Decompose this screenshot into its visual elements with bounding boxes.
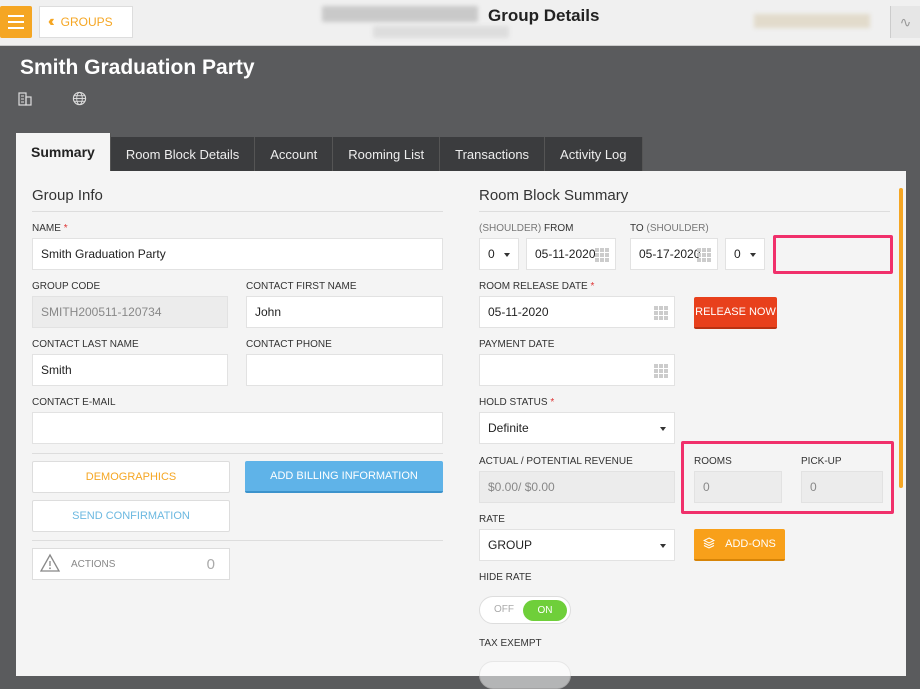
payment-date-input[interactable] <box>479 354 675 386</box>
payment-date-label: PAYMENT DATE <box>479 339 555 350</box>
group-name-heading: Smith Graduation Party <box>20 56 255 79</box>
revenue-label: ACTUAL / POTENTIAL REVENUE <box>479 456 633 467</box>
chevron-down-icon <box>660 427 666 431</box>
to-label: TO (SHOULDER) <box>630 223 709 234</box>
pulse-icon: ∿ <box>899 13 912 30</box>
menu-icon <box>8 15 24 17</box>
blurred-user-info <box>754 14 870 28</box>
rooms-label: ROOMS <box>694 456 732 467</box>
tab-room-block-details[interactable]: Room Block Details <box>110 137 256 171</box>
from-label: (SHOULDER) FROM <box>479 223 574 234</box>
actions-count: 0 <box>206 555 215 573</box>
room-block-summary-title: Room Block Summary <box>479 187 629 204</box>
page-title: Group Details <box>488 6 600 25</box>
contact-last-name-label: CONTACT LAST NAME <box>32 339 139 350</box>
revenue-value: $0.00/ $0.00 <box>479 471 675 503</box>
double-chevron-left-icon: ‹‹ <box>48 13 54 30</box>
group-name-input[interactable]: Smith Graduation Party <box>32 238 443 270</box>
demographics-button[interactable]: DEMOGRAPHICS <box>32 461 230 493</box>
chevron-down-icon <box>504 253 510 257</box>
highlight-box <box>773 235 893 274</box>
tax-exempt-toggle[interactable] <box>479 661 571 689</box>
scrollbar[interactable] <box>899 188 903 488</box>
tab-summary[interactable]: Summary <box>16 133 111 171</box>
tab-activity-log[interactable]: Activity Log <box>545 137 643 171</box>
hide-rate-toggle[interactable]: OFF ON <box>479 596 571 624</box>
warning-icon <box>39 553 61 576</box>
divider <box>32 211 443 212</box>
layers-icon <box>703 536 716 552</box>
hide-rate-label: HIDE RATE <box>479 572 532 583</box>
rooms-value: 0 <box>694 471 782 503</box>
room-release-date-label: ROOM RELEASE DATE * <box>479 281 595 292</box>
contact-last-name-input[interactable]: Smith <box>32 354 228 386</box>
chevron-down-icon <box>750 253 756 257</box>
activity-button[interactable]: ∿ <box>890 6 920 38</box>
pickup-value: 0 <box>801 471 883 503</box>
pickup-label: PICK-UP <box>801 456 842 467</box>
calendar-icon <box>697 248 711 262</box>
send-confirmation-button[interactable]: SEND CONFIRMATION <box>32 500 230 532</box>
shoulder-before-select[interactable]: 0 <box>479 238 519 270</box>
top-bar: ‹‹ GROUPS Group Details ∿ <box>0 0 920 46</box>
to-date-input[interactable]: 05-17-2020 <box>630 238 718 270</box>
calendar-icon <box>595 248 609 262</box>
hold-status-select[interactable]: Definite <box>479 412 675 444</box>
rate-select[interactable]: GROUP <box>479 529 675 561</box>
blurred-subtitle <box>373 26 509 38</box>
shoulder-after-select[interactable]: 0 <box>725 238 765 270</box>
chevron-down-icon <box>660 544 666 548</box>
group-info-title: Group Info <box>32 187 103 204</box>
divider <box>479 211 890 212</box>
tab-transactions[interactable]: Transactions <box>440 137 546 171</box>
contact-email-label: CONTACT E-MAIL <box>32 397 116 408</box>
release-now-button[interactable]: RELEASE NOW <box>694 297 777 329</box>
calendar-icon <box>654 306 668 320</box>
divider <box>32 453 443 454</box>
groups-label: GROUPS <box>60 15 113 29</box>
hamburger-menu-button[interactable] <box>0 6 32 38</box>
tab-rooming-list[interactable]: Rooming List <box>333 137 441 171</box>
name-label: NAME * <box>32 223 68 234</box>
contact-phone-label: CONTACT PHONE <box>246 339 332 350</box>
contact-first-name-input[interactable]: John <box>246 296 443 328</box>
hold-status-label: HOLD STATUS * <box>479 397 555 408</box>
contact-first-name-label: CONTACT FIRST NAME <box>246 281 357 292</box>
actions-button[interactable]: ACTIONS 0 <box>32 548 230 580</box>
divider <box>32 540 443 541</box>
tab-bar: Summary Room Block Details Account Roomi… <box>16 133 643 171</box>
contact-email-input[interactable] <box>32 412 443 444</box>
tab-account[interactable]: Account <box>255 137 334 171</box>
room-release-date-input[interactable]: 05-11-2020 <box>479 296 675 328</box>
from-date-input[interactable]: 05-11-2020 <box>526 238 616 270</box>
back-to-groups-button[interactable]: ‹‹ GROUPS <box>39 6 133 38</box>
blurred-hotel-name <box>322 6 478 22</box>
actions-label: ACTIONS <box>71 558 116 570</box>
globe-icon[interactable] <box>72 91 87 109</box>
add-ons-button[interactable]: ADD-ONS <box>694 529 785 561</box>
calendar-icon <box>654 364 668 378</box>
tax-exempt-label: TAX EXEMPT <box>479 638 542 649</box>
add-billing-information-button[interactable]: ADD BILLING INFORMATION <box>245 461 443 493</box>
rate-label: RATE <box>479 514 505 525</box>
group-code-label: GROUP CODE <box>32 281 101 292</box>
building-icon[interactable] <box>18 92 32 109</box>
contact-phone-input[interactable] <box>246 354 443 386</box>
group-code-input: SMITH200511-120734 <box>32 296 228 328</box>
